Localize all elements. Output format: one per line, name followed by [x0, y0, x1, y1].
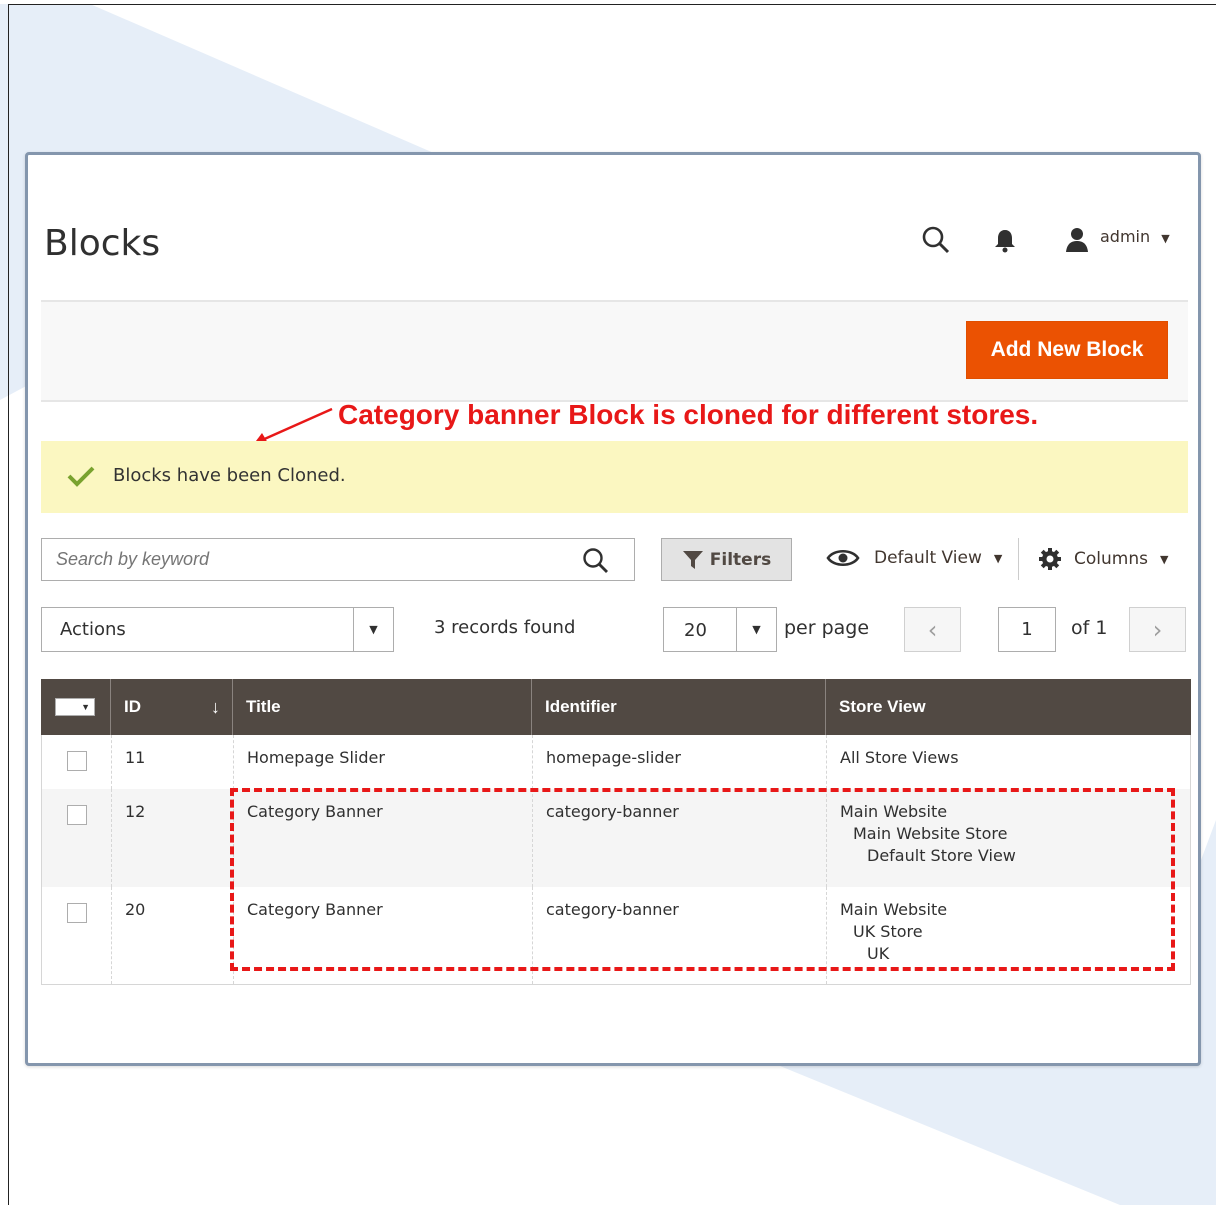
actions-select[interactable]: Actions ▼ — [41, 607, 394, 652]
sort-arrow-icon: ↓ — [211, 696, 220, 717]
grid-header: ▼ ID ↓ Title Identifier Store View — [41, 679, 1191, 735]
column-header-id[interactable]: ID ↓ — [111, 679, 233, 735]
filters-button[interactable]: Filters — [661, 538, 792, 581]
row-checkbox[interactable] — [67, 751, 87, 771]
columns-label: Columns — [1074, 549, 1148, 569]
admin-label: admin — [1100, 227, 1151, 246]
chevron-down-icon: ▼ — [993, 551, 1003, 565]
gear-icon — [1039, 548, 1061, 570]
chevron-left-icon: ‹ — [927, 615, 938, 644]
bell-icon[interactable] — [990, 225, 1020, 255]
add-new-block-button[interactable]: Add New Block — [966, 321, 1168, 379]
column-header-label: ID — [124, 697, 141, 716]
cell-id: 12 — [112, 789, 234, 887]
highlight-dashed-box — [230, 788, 1175, 971]
per-page-select[interactable]: 20 ▼ — [663, 607, 777, 652]
records-found: 3 records found — [434, 617, 576, 638]
page-number-input[interactable]: 1 — [998, 607, 1056, 652]
per-page-label: per page — [784, 617, 870, 639]
search-placeholder: Search by keyword — [56, 549, 210, 569]
column-header-title[interactable]: Title — [233, 679, 532, 735]
column-header-label: Store View — [839, 697, 926, 716]
store-view-line: All Store Views — [840, 748, 959, 767]
default-view-dropdown[interactable]: Default View ▼ — [826, 548, 1002, 568]
chevron-down-icon: ▼ — [353, 608, 393, 651]
chevron-down-icon: ▼ — [736, 608, 776, 651]
success-message-text: Blocks have been Cloned. — [113, 465, 346, 486]
admin-window: Blocks admin ▼ Add New Block Category ba… — [25, 152, 1201, 1066]
filter-icon — [682, 550, 703, 569]
page-title: Blocks — [44, 223, 161, 264]
page-total: of 1 — [1071, 617, 1108, 639]
search-submit-icon[interactable] — [582, 547, 610, 575]
mass-select-header[interactable]: ▼ — [41, 679, 111, 735]
cell-title: Homepage Slider — [234, 735, 533, 789]
chevron-down-icon: ▼ — [81, 702, 90, 712]
filters-label: Filters — [709, 549, 772, 570]
cell-id: 20 — [112, 887, 234, 984]
search-icon[interactable] — [921, 225, 951, 255]
cell-id: 11 — [112, 735, 234, 789]
column-header-label: Title — [246, 697, 281, 716]
table-row[interactable]: 11 Homepage Slider homepage-slider All S… — [41, 735, 1191, 789]
admin-user-menu[interactable]: admin ▼ — [1100, 227, 1170, 246]
chevron-right-icon: › — [1152, 615, 1163, 644]
column-header-identifier[interactable]: Identifier — [532, 679, 826, 735]
actions-label: Actions — [60, 619, 126, 640]
eye-icon — [826, 549, 860, 567]
row-checkbox[interactable] — [67, 805, 87, 825]
search-input[interactable]: Search by keyword — [41, 538, 635, 581]
user-icon[interactable] — [1062, 225, 1092, 255]
success-message: Blocks have been Cloned. — [41, 441, 1188, 513]
page-actions-bar: Add New Block — [41, 300, 1188, 402]
default-view-label: Default View — [874, 548, 982, 568]
chevron-down-icon: ▼ — [1161, 232, 1170, 245]
column-header-store-view[interactable]: Store View — [826, 679, 1191, 735]
toolbar-divider — [1018, 538, 1019, 580]
columns-dropdown[interactable]: Columns ▼ — [1038, 547, 1168, 571]
per-page-value: 20 — [684, 620, 707, 641]
next-page-button[interactable]: › — [1129, 607, 1186, 652]
cell-identifier: homepage-slider — [533, 735, 827, 789]
previous-page-button[interactable]: ‹ — [904, 607, 961, 652]
checkmark-icon — [67, 466, 95, 487]
column-header-label: Identifier — [545, 697, 617, 716]
cell-store-view: All Store Views — [827, 735, 1190, 789]
chevron-down-icon: ▼ — [1159, 552, 1169, 566]
row-checkbox[interactable] — [67, 903, 87, 923]
annotation-text: Category banner Block is cloned for diff… — [338, 399, 1039, 430]
